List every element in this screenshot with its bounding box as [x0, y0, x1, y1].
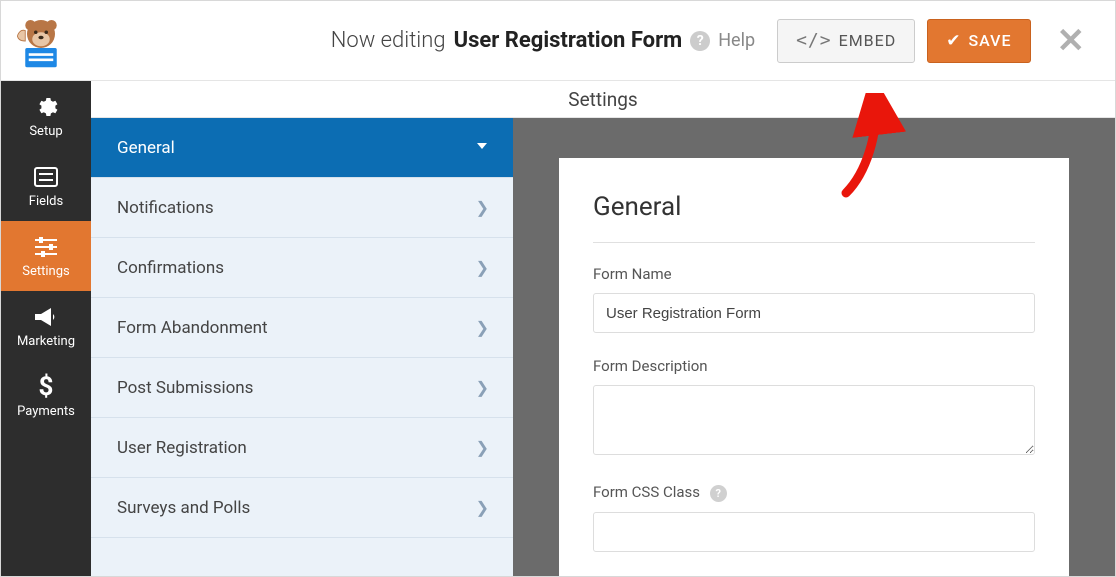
settings-item-confirmations[interactable]: Confirmations ❯	[91, 238, 513, 298]
chevron-right-icon: ❯	[476, 258, 489, 277]
nav-payments[interactable]: $ Payments	[1, 361, 91, 431]
help-icon[interactable]: ?	[710, 485, 727, 502]
save-button-label: SAVE	[968, 31, 1011, 50]
sliders-icon	[33, 234, 59, 260]
form-description-label: Form Description	[593, 357, 1035, 375]
nav-setup[interactable]: Setup	[1, 81, 91, 151]
chevron-right-icon: ❯	[476, 498, 489, 517]
chevron-right-icon: ❯	[476, 318, 489, 337]
nav-marketing[interactable]: Marketing	[1, 291, 91, 361]
check-icon: ✔	[946, 31, 961, 51]
preview-area: General Form Name Form Description Form …	[513, 118, 1115, 576]
nav-label: Marketing	[17, 334, 75, 349]
form-name-input[interactable]	[593, 293, 1035, 333]
dollar-icon: $	[39, 374, 54, 400]
bear-logo-icon	[13, 13, 69, 69]
settings-list[interactable]: General Notifications ❯ Confirmations ❯	[91, 118, 513, 576]
chevron-right-icon: ❯	[476, 198, 489, 217]
field-form-name: Form Name	[593, 265, 1035, 333]
top-bar: Now editing User Registration Form ? Hel…	[1, 1, 1115, 81]
settings-item-label: Post Submissions	[117, 378, 253, 398]
chevron-right-icon: ❯	[476, 438, 489, 457]
form-description-input[interactable]	[593, 385, 1035, 455]
settings-item-surveys-polls[interactable]: Surveys and Polls ❯	[91, 478, 513, 538]
page-title: Settings	[91, 81, 1115, 118]
body-split: General Notifications ❯ Confirmations ❯	[91, 118, 1115, 576]
code-icon: </>	[796, 30, 832, 51]
workspace-right: Settings General Notifications ❯ Confirm	[91, 81, 1115, 576]
help-icon[interactable]: ?	[690, 31, 710, 51]
editing-indicator: Now editing User Registration Form ? Hel…	[81, 28, 777, 53]
nav-label: Payments	[17, 404, 75, 419]
settings-item-general[interactable]: General	[91, 118, 513, 178]
editing-form-name: User Registration Form	[454, 28, 683, 53]
sidebar-nav: Setup Fields Settings Marketing	[1, 81, 91, 576]
settings-item-label: Surveys and Polls	[117, 498, 250, 518]
field-form-description: Form Description	[593, 357, 1035, 459]
settings-item-user-registration[interactable]: User Registration ❯	[91, 418, 513, 478]
settings-item-form-abandonment[interactable]: Form Abandonment ❯	[91, 298, 513, 358]
form-settings-card: General Form Name Form Description Form …	[559, 158, 1069, 576]
help-link[interactable]: Help	[718, 30, 755, 51]
form-name-label: Form Name	[593, 265, 1035, 283]
settings-item-label: General	[117, 138, 175, 158]
settings-item-label: Confirmations	[117, 258, 224, 278]
embed-button[interactable]: </> EMBED	[777, 19, 915, 63]
megaphone-icon	[33, 304, 59, 330]
gear-icon	[34, 94, 58, 120]
save-button[interactable]: ✔ SAVE	[927, 19, 1030, 63]
app-logo	[1, 1, 81, 81]
settings-item-label: Notifications	[117, 198, 214, 218]
settings-item-post-submissions[interactable]: Post Submissions ❯	[91, 358, 513, 418]
nav-label: Fields	[29, 194, 63, 209]
form-css-class-label: Form CSS Class ?	[593, 483, 1035, 502]
chevron-right-icon: ❯	[476, 378, 489, 397]
nav-label: Setup	[29, 124, 62, 139]
now-editing-label: Now editing	[331, 28, 446, 53]
field-form-css-class: Form CSS Class ?	[593, 483, 1035, 552]
form-css-class-input[interactable]	[593, 512, 1035, 552]
settings-item-notifications[interactable]: Notifications ❯	[91, 178, 513, 238]
app-window: Now editing User Registration Form ? Hel…	[0, 0, 1116, 577]
settings-item-label: User Registration	[117, 438, 247, 458]
nav-label: Settings	[22, 264, 69, 279]
embed-button-label: EMBED	[839, 31, 897, 50]
form-settings-heading: General	[593, 192, 1035, 243]
nav-fields[interactable]: Fields	[1, 151, 91, 221]
settings-item-label: Form Abandonment	[117, 318, 268, 338]
list-icon	[34, 164, 58, 190]
workspace: Setup Fields Settings Marketing	[1, 81, 1115, 576]
close-button[interactable]: ✕	[1057, 24, 1086, 58]
nav-settings[interactable]: Settings	[1, 221, 91, 291]
chevron-down-icon	[475, 138, 489, 157]
